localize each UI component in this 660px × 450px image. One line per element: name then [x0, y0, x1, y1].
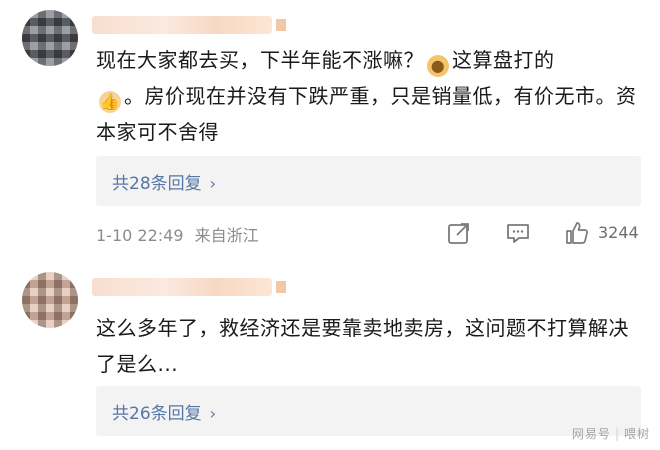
- comment-text-part2: 这算盘打的: [452, 48, 555, 72]
- doge-emoji-icon: ●: [427, 55, 449, 77]
- watermark-account: 喂树: [623, 427, 650, 441]
- watermark: 网易号 | 喂树: [572, 425, 650, 442]
- comment-text: 这么多年了，救经济还是要靠卖地卖房，这问题不打算解决了是么...: [96, 316, 629, 376]
- share-icon[interactable]: [446, 220, 472, 246]
- comment-2: 这么多年了，救经济还是要靠卖地卖房，这问题不打算解决了是么... 共26条回复 ›: [0, 262, 660, 450]
- comment-icon[interactable]: [505, 220, 531, 246]
- chevron-right-icon: ›: [209, 404, 217, 423]
- avatar[interactable]: [22, 272, 78, 328]
- username-blurred[interactable]: [92, 16, 286, 34]
- like-count: 3244: [598, 223, 639, 242]
- view-replies-link[interactable]: 共26条回复 ›: [112, 399, 216, 424]
- thumbs-up-icon[interactable]: [564, 220, 590, 246]
- comment-actions: 3244: [0, 216, 660, 250]
- username-blurred[interactable]: [92, 278, 286, 296]
- replies-label: 共26条回复: [112, 404, 202, 424]
- replies-box: 共26条回复 ›: [96, 386, 641, 436]
- watermark-separator: |: [614, 427, 620, 441]
- view-replies-link[interactable]: 共28条回复 ›: [112, 169, 216, 194]
- comment-text: 现在大家都去买，下半年能不涨嘛？ ● 这算盘打的 👍 。房价现在并没有下跌严重，只是销量…: [96, 42, 641, 150]
- chevron-right-icon: ›: [209, 174, 217, 193]
- watermark-brand: 网易号: [571, 427, 611, 441]
- comment-text-part3: 。房价现在并没有下跌严重，只是销量低，有价无市。资本家可不舍得: [96, 84, 637, 144]
- comment-1: 现在大家都去买，下半年能不涨嘛？ ● 这算盘打的 👍 。房价现在并没有下跌严重，只是销量…: [0, 0, 660, 262]
- replies-box: 共28条回复 ›: [96, 156, 641, 206]
- avatar[interactable]: [22, 10, 78, 66]
- thumbs-up-emoji-icon: 👍: [99, 91, 121, 113]
- comment-text-part1: 现在大家都去买，下半年能不涨嘛？: [96, 48, 424, 72]
- replies-label: 共28条回复: [112, 174, 202, 194]
